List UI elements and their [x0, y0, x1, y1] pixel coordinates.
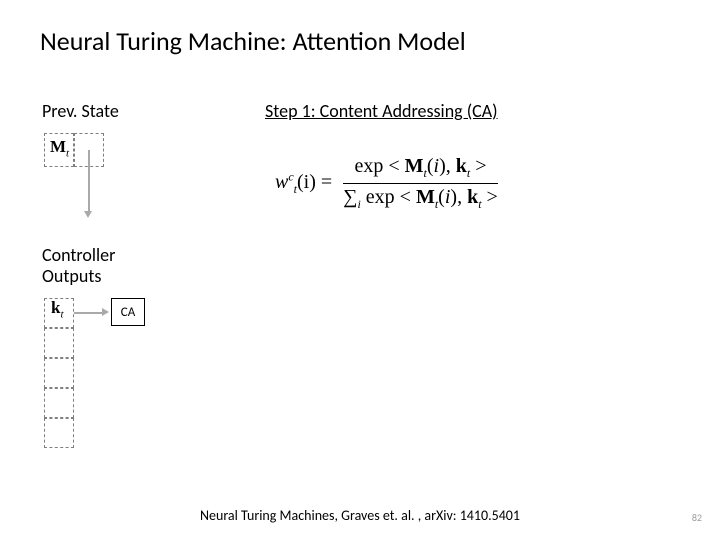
key-symbol-sub: t: [60, 308, 63, 320]
content-addressing-formula: wct(i) = exp < Mt(i), kt > ∑i exp < Mt(i…: [275, 155, 498, 212]
memory-symbol-main: M: [50, 137, 66, 156]
page-number: 82: [692, 511, 702, 524]
formula-arg: (i) =: [297, 171, 332, 193]
vector-cell: [44, 358, 74, 388]
ca-box: CA: [111, 298, 145, 326]
controller-line2: Outputs: [42, 265, 101, 287]
formula-denominator: ∑i exp < Mt(i), kt >: [343, 184, 498, 212]
arrow-down-icon: [84, 211, 92, 218]
formula-w: w: [275, 171, 288, 193]
vector-cell: [44, 418, 74, 448]
memory-symbol-sub: t: [66, 147, 69, 159]
prev-state-label: Prev. State: [42, 100, 119, 122]
vector-cell: [44, 328, 74, 358]
controller-outputs-label: Controller Outputs: [42, 245, 115, 286]
formula-lhs: wct(i) =: [275, 171, 337, 193]
memory-symbol: Mt: [50, 137, 69, 159]
key-symbol: kt: [51, 298, 64, 320]
step-heading: Step 1: Content Addressing (CA): [265, 100, 498, 122]
citation: Neural Turing Machines, Graves et. al. ,…: [0, 507, 720, 524]
arrow-line: [88, 150, 90, 213]
arrow-line: [74, 312, 104, 314]
formula-numerator: exp < Mt(i), kt >: [343, 155, 498, 184]
controller-line1: Controller: [42, 244, 115, 266]
formula-fraction: exp < Mt(i), kt > ∑i exp < Mt(i), kt >: [343, 155, 498, 212]
slide-title: Neural Turing Machine: Attention Model: [40, 25, 466, 57]
arrow-right-icon: [102, 308, 109, 316]
vector-cell: [44, 388, 74, 418]
